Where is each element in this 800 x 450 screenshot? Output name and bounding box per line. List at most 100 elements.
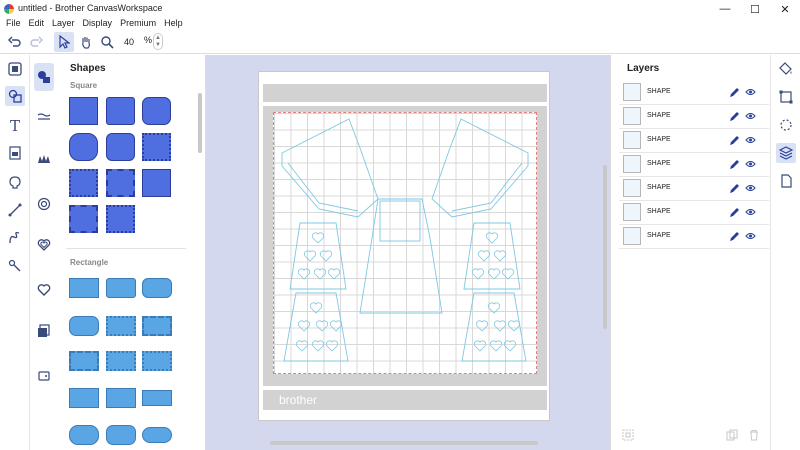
oval-rectangle-shape[interactable] (106, 425, 136, 445)
freehand-icon[interactable] (5, 228, 25, 248)
layers-icon[interactable] (776, 143, 796, 163)
layer-row[interactable]: SHAPE (619, 177, 769, 201)
rectangle-shape[interactable] (69, 278, 99, 298)
heart-cutout (477, 250, 491, 262)
scalloped-rectangle-shape[interactable] (106, 316, 136, 336)
rectangle-shape[interactable] (106, 388, 136, 408)
trash-icon[interactable] (747, 428, 761, 442)
pen-icon[interactable] (727, 157, 741, 171)
eye-icon[interactable] (743, 157, 757, 171)
line-tool-icon[interactable] (5, 200, 25, 220)
scalloped-square-shape[interactable] (106, 205, 135, 233)
magnifier-icon[interactable] (97, 32, 117, 52)
square-shape[interactable] (142, 169, 171, 197)
pen-icon[interactable] (727, 85, 741, 99)
canvas-area[interactable]: brother (206, 55, 610, 450)
layer-name: SHAPE (647, 136, 671, 143)
edit-points-icon[interactable] (5, 256, 25, 276)
scalloped-square-shape[interactable] (142, 133, 171, 161)
close-button[interactable]: ✕ (770, 0, 800, 18)
zigzag-rectangle-shape[interactable] (69, 351, 99, 371)
oval-rectangle-shape[interactable] (142, 427, 172, 443)
layer-row[interactable]: SHAPE (619, 201, 769, 225)
layer-row[interactable]: SHAPE (619, 105, 769, 129)
arrange-icon[interactable] (776, 115, 796, 135)
eye-icon[interactable] (743, 181, 757, 195)
heart-icon[interactable] (34, 280, 54, 300)
zigzag-square-shape[interactable] (106, 169, 135, 197)
chevron-up-icon[interactable]: ▲ (155, 35, 161, 42)
eye-icon[interactable] (743, 229, 757, 243)
pen-icon[interactable] (727, 133, 741, 147)
pen-icon[interactable] (727, 109, 741, 123)
transform-icon[interactable] (776, 87, 796, 107)
layer-row[interactable]: SHAPE (619, 225, 769, 249)
rounded-rectangle-shape[interactable] (142, 278, 172, 298)
layer-row[interactable]: SHAPE (619, 129, 769, 153)
zoom-input[interactable]: 40 (118, 34, 140, 49)
tag-icon[interactable] (34, 366, 54, 386)
rectangle-shape[interactable] (69, 388, 99, 408)
image-trace-icon[interactable] (5, 143, 25, 163)
mat-grid[interactable] (273, 112, 537, 374)
scalloped-rectangle-shape[interactable] (106, 351, 136, 371)
rounded-square-shape[interactable] (106, 97, 135, 125)
pattern-icon[interactable] (5, 172, 25, 192)
border-lines-icon[interactable] (34, 107, 54, 127)
eye-icon[interactable] (743, 205, 757, 219)
layer-row[interactable]: SHAPE (619, 81, 769, 105)
layer-row[interactable]: SHAPE (619, 153, 769, 177)
decoration-icon[interactable] (34, 149, 54, 169)
maximize-button[interactable]: ☐ (740, 0, 770, 18)
menu-layer[interactable]: Layer (52, 18, 75, 30)
undo-icon[interactable] (5, 32, 25, 52)
app-logo-icon (4, 4, 14, 14)
menu-help[interactable]: Help (164, 18, 183, 30)
duplicate-icon[interactable] (725, 428, 739, 442)
rounded-square-shape[interactable] (69, 133, 98, 161)
scalloped-square-shape[interactable] (69, 169, 98, 197)
rounded-square-shape[interactable] (106, 133, 135, 161)
canvas-vertical-scrollbar[interactable] (603, 165, 607, 329)
layer-name: SHAPE (647, 160, 671, 167)
document-icon[interactable] (776, 171, 796, 191)
cut-shape-left-sleeve (281, 118, 379, 218)
rounded-rectangle-shape[interactable] (106, 278, 136, 298)
oval-rectangle-shape[interactable] (69, 425, 99, 445)
menu-display[interactable]: Display (83, 18, 113, 30)
frame-icon[interactable] (34, 194, 54, 214)
pen-icon[interactable] (727, 205, 741, 219)
hand-icon[interactable] (76, 32, 96, 52)
eye-icon[interactable] (743, 109, 757, 123)
object-icon[interactable] (5, 59, 25, 79)
canvas-horizontal-scrollbar[interactable] (270, 441, 538, 445)
zoom-stepper[interactable]: ▲ ▼ (153, 33, 163, 50)
basic-shapes-icon[interactable] (34, 63, 54, 91)
eye-icon[interactable] (743, 85, 757, 99)
eye-icon[interactable] (743, 133, 757, 147)
rounded-rectangle-shape[interactable] (69, 316, 99, 336)
square-shape[interactable] (69, 97, 98, 125)
rounded-square-shape[interactable] (142, 97, 171, 125)
layer-name: SHAPE (647, 88, 671, 95)
text-tool-icon[interactable]: T (5, 116, 25, 136)
group-icon[interactable] (621, 428, 635, 442)
chevron-down-icon[interactable]: ▼ (155, 42, 161, 49)
pen-icon[interactable] (727, 181, 741, 195)
heart-frame-icon[interactable] (34, 235, 54, 255)
menu-premium[interactable]: Premium (120, 18, 156, 30)
menu-file[interactable]: File (6, 18, 21, 30)
menu-edit[interactable]: Edit (29, 18, 45, 30)
cursor-icon[interactable] (54, 32, 74, 52)
zigzag-rectangle-shape[interactable] (142, 316, 172, 336)
paint-bucket-icon[interactable] (776, 59, 796, 79)
redo-icon[interactable] (26, 32, 46, 52)
shapes-tool-icon[interactable] (5, 86, 25, 106)
shapes-scrollbar[interactable] (198, 93, 202, 153)
scalloped-rectangle-shape[interactable] (142, 351, 172, 371)
pattern-fill-icon[interactable] (34, 321, 54, 341)
pen-icon[interactable] (727, 229, 741, 243)
zigzag-square-shape[interactable] (69, 205, 98, 233)
minimize-button[interactable]: — (710, 0, 740, 18)
rectangle-shape[interactable] (142, 390, 172, 406)
